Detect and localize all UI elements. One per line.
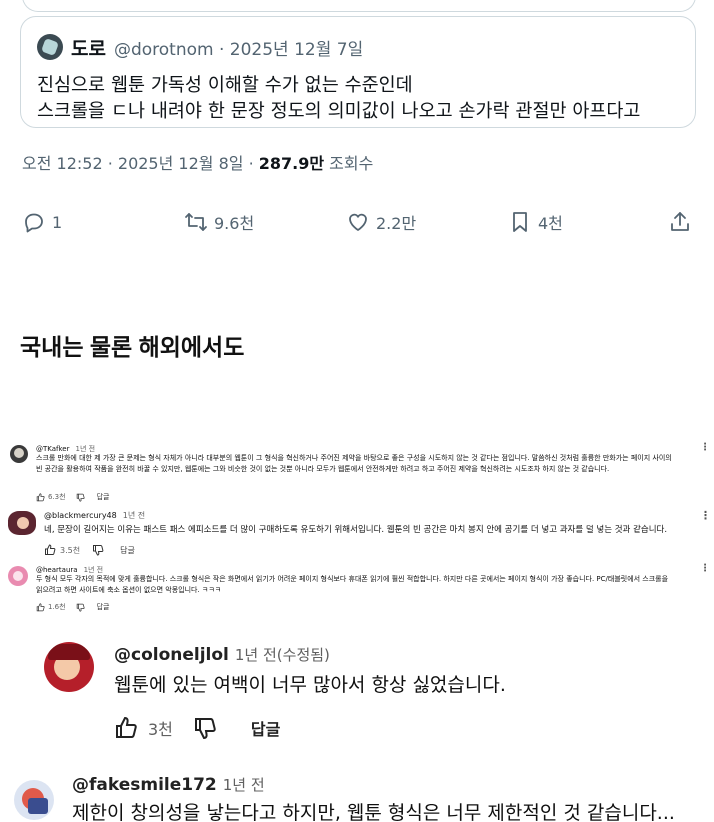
retweet-count: 9.6천 [214,214,255,233]
comment-item: @coloneljlol 1년 전(수정됨) 웹툰에 있는 여백이 너무 많아서 … [0,636,714,756]
comment-item: @fakesmile172 1년 전 제한이 창의성을 낳는다고 하지만, 웹툰 … [0,766,714,822]
share-button[interactable] [668,206,698,238]
quoted-tweet-text: 진심으로 웹툰 가독성 이해할 수가 없는 수준인데 스크롤을 ㄷ나 내려야 한… [37,73,640,125]
comment-time: 1년 전(수정됨) [234,646,330,664]
comment-username[interactable]: @coloneljlol [114,645,229,665]
comment-time: 1년 전 [83,566,104,574]
comment-item: @blackmercury48 1년 전 네, 문장이 길어지는 이유는 패스트 … [0,507,714,561]
reply-icon [25,213,43,233]
like-count: 1.6천 [48,603,66,611]
comment-item: @TKafker 1년 전 스크롤 만화에 대한 제 가장 큰 문제는 형식 자체… [0,440,714,506]
bookmark-count: 4천 [538,214,563,233]
like-count: 6.3천 [48,493,66,501]
comment-username[interactable]: @TKafker [36,445,70,453]
comment-actions: 6.3천 답글 [36,492,109,502]
like-count: 3.5천 [60,545,81,555]
avatar[interactable] [8,511,36,535]
comment-text: 제한이 창의성을 낳는다고 하지만, 웹툰 형식은 너무 제한적인 것 같습니다… [72,802,675,822]
retweet-button[interactable]: 9.6천 [184,206,254,238]
heart-icon [349,213,367,231]
reply-button[interactable]: 답글 [97,602,110,612]
retweet-icon [185,213,207,231]
comment-item: @heartaura 1년 전 두 형식 모두 각자의 목적에 맞게 훌륭합니다.… [0,562,714,618]
reply-count: 1 [52,212,63,232]
reply-button[interactable]: 답글 [251,716,280,740]
comment-time: 1년 전 [222,776,265,794]
more-options-icon[interactable]: ⋮ [700,563,710,574]
thumbs-up-icon[interactable] [36,602,45,612]
avatar[interactable] [44,642,94,692]
comment-text: 두 형식 모두 각자의 목적에 맞게 훌륭합니다. 스크롤 형식은 작은 화면에… [36,575,669,594]
comment-actions: 3.5천 답글 [44,544,135,556]
quoted-tweet-line: 진심으로 웹툰 가독성 이해할 수가 없는 수준인데 [37,75,413,96]
caption-heading: 국내는 물론 해외에서도 [20,334,245,360]
quoted-tweet-header: 도로 @dorotnom · 2025년 12월 7일 [37,33,363,61]
comment-actions: 1.6천 답글 [36,602,109,612]
share-icon [671,212,689,231]
comment-text: 스크롤 만화에 대한 제 가장 큰 문제는 형식 자체가 아니라 대부분의 웹툰… [36,454,672,473]
previous-card-edge [22,0,696,12]
avatar[interactable] [14,780,54,820]
comment-author[interactable]: @coloneljlol 1년 전(수정됨) [114,644,330,665]
thumbs-down-icon[interactable] [76,603,85,612]
comment-time: 1년 전 [122,511,146,520]
bookmark-button[interactable]: 4천 [508,206,563,238]
tweet-time[interactable]: 오전 12:52 · 2025년 12월 8일 · [22,154,259,173]
comment-username[interactable]: @heartaura [36,566,78,574]
more-options-icon[interactable]: ⋮ [700,442,710,453]
tweet-timestamp: 오전 12:52 · 2025년 12월 8일 · 287.9만 조회수 [22,150,373,174]
reply-button[interactable]: 답글 [120,545,135,556]
comment-author[interactable]: @fakesmile172 1년 전 [72,774,265,795]
thumbs-up-icon[interactable] [44,544,56,556]
tweet-section: 도로 @dorotnom · 2025년 12월 7일 진심으로 웹툰 가독성 … [0,0,714,250]
comment-username[interactable]: @blackmercury48 [44,511,117,520]
thumbs-down-icon[interactable] [76,493,85,502]
comment-author[interactable]: @blackmercury48 1년 전 [44,510,145,521]
reply-button[interactable]: 1 [22,206,62,238]
like-count: 2.2만 [376,214,417,233]
view-count: 287.9만 [258,154,325,173]
reply-button[interactable]: 답글 [97,492,110,502]
thumbs-up-icon[interactable] [36,492,45,502]
quoted-tweet-card[interactable]: 도로 @dorotnom · 2025년 12월 7일 진심으로 웹툰 가독성 … [20,16,696,128]
comment-text: 웹툰에 있는 여백이 너무 많아서 항상 싫었습니다. [114,674,506,696]
thumbs-up-icon[interactable] [114,716,138,740]
bookmark-icon [513,212,527,232]
comment-text: 네, 문장이 길어지는 이유는 패스트 패스 에피소드를 더 많이 구매하도록 … [44,525,668,535]
comment-time: 1년 전 [75,445,96,453]
quoted-author-name[interactable]: 도로 [71,34,106,61]
comment-actions: 3천 답글 [114,716,280,740]
quoted-tweet-line: 스크롤을 ㄷ나 내려야 한 문장 정도의 의미값이 나오고 손가락 관절만 아프… [37,101,641,122]
view-label: 조회수 [324,154,374,173]
avatar[interactable] [37,34,63,60]
more-options-icon[interactable]: ⋮ [700,509,711,522]
thumbs-down-icon[interactable] [92,544,104,556]
avatar[interactable] [8,566,28,586]
comment-username[interactable]: @fakesmile172 [72,775,217,795]
tweet-action-bar: 1 9.6천 2.2만 4천 [22,206,694,238]
like-count: 3천 [148,720,173,739]
quoted-author-handle-date: @dorotnom · 2025년 12월 7일 [113,39,364,60]
avatar[interactable] [10,445,28,463]
like-button[interactable]: 2.2만 [346,206,416,238]
thumbs-down-icon[interactable] [193,716,217,740]
